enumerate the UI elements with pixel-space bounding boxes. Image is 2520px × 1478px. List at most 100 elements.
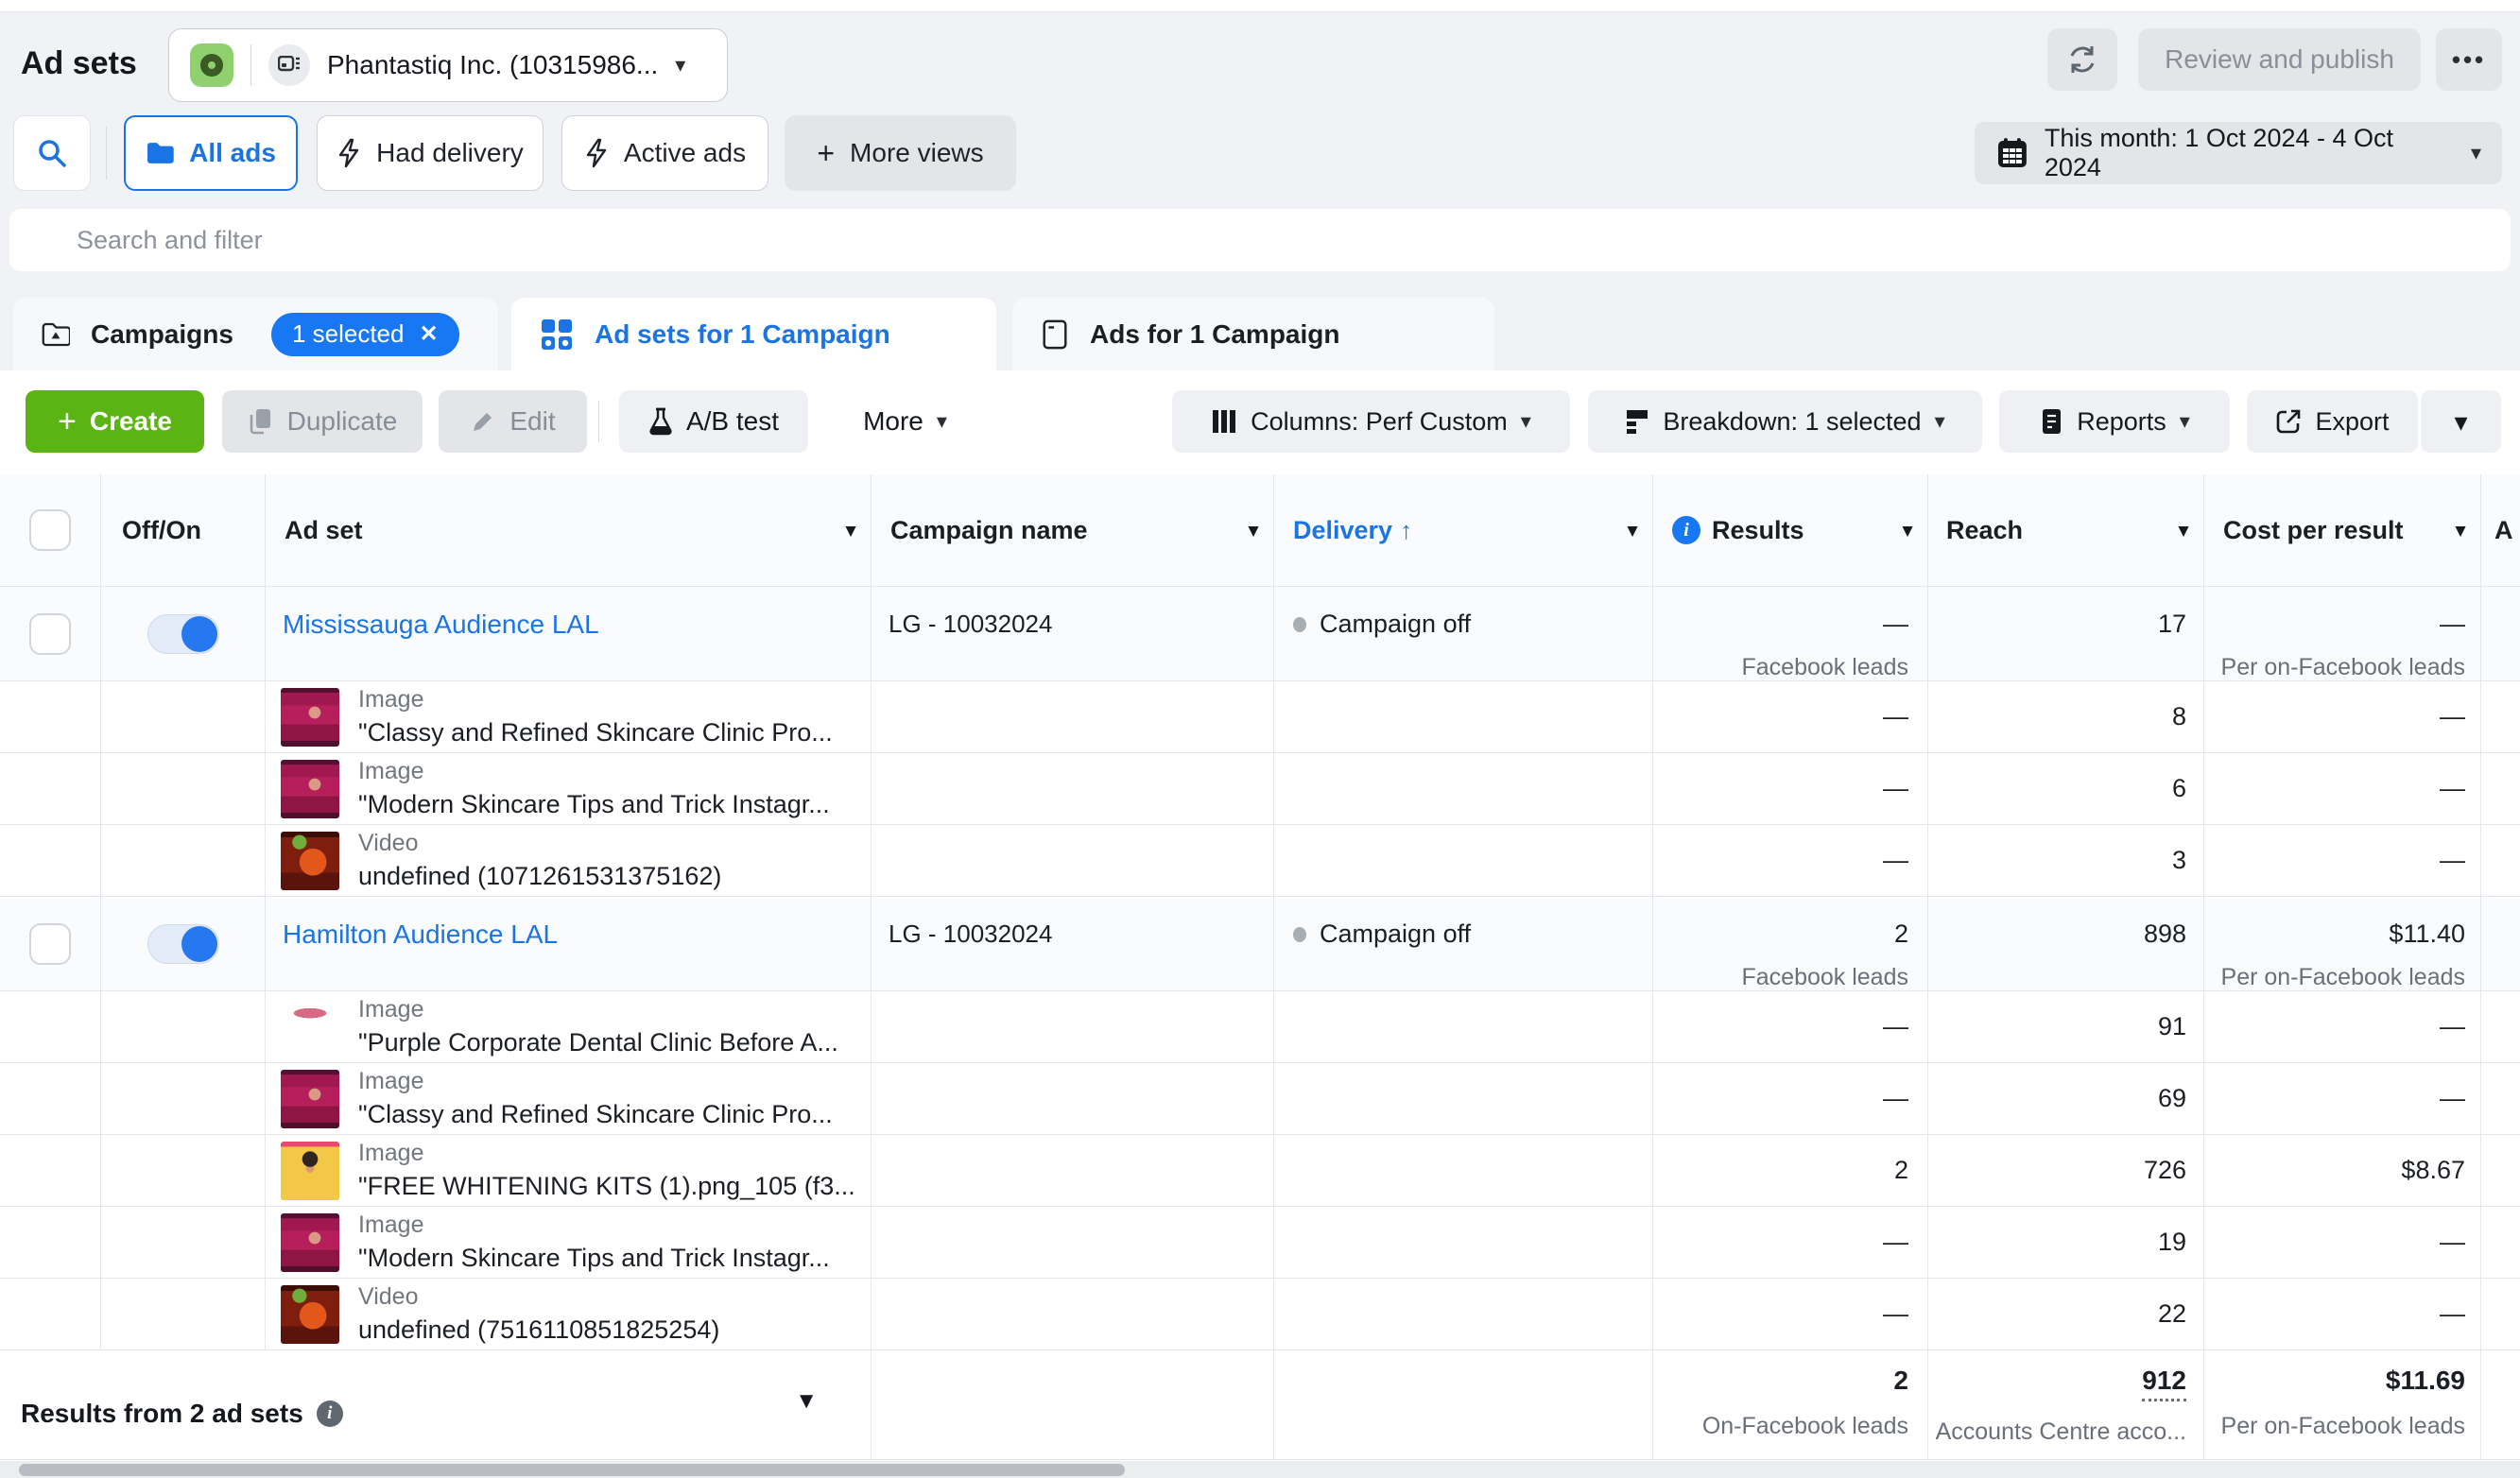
results-cell: —Facebook leads	[1653, 587, 1928, 681]
row-checkbox-cell	[0, 897, 101, 991]
cost-cell: —	[2204, 681, 2481, 752]
review-and-publish-button[interactable]: Review and publish	[2138, 28, 2421, 91]
ad-text-block: Image"Classy and Refined Skincare Clinic…	[358, 686, 833, 748]
chevron-down-icon: ▾	[1935, 411, 1945, 432]
table-options-caret-button[interactable]: ▾	[2421, 390, 2501, 453]
reach-value: 22	[2158, 1299, 2186, 1329]
row-checkbox[interactable]	[29, 923, 71, 965]
delivery-cell	[1274, 825, 1653, 896]
footer-results-value: 2	[1893, 1366, 1908, 1396]
export-button[interactable]: Export	[2247, 390, 2418, 453]
tab-label: Ad sets for 1 Campaign	[595, 319, 890, 350]
refresh-button[interactable]	[2047, 28, 2117, 91]
more-label: More	[863, 406, 923, 437]
header-checkbox-cell	[0, 474, 101, 586]
ad-set-toggle[interactable]	[147, 614, 219, 654]
ad-set-name-link[interactable]: Mississauga Audience LAL	[283, 610, 599, 640]
row-checkbox-cell	[0, 753, 101, 824]
search-and-filter-input[interactable]: Search and filter	[9, 209, 2511, 271]
results-cell: 2	[1653, 1135, 1928, 1206]
ad-set-name-link[interactable]: Hamilton Audience LAL	[283, 919, 558, 950]
reach-cell: 91	[1928, 991, 2204, 1062]
campaign-name: LG - 10032024	[872, 610, 1052, 639]
info-icon[interactable]: i	[317, 1401, 343, 1427]
create-button[interactable]: + Create	[26, 390, 204, 453]
close-icon[interactable]: ✕	[419, 320, 438, 348]
divider	[250, 44, 251, 86]
footer-expand-caret[interactable]: ▼	[795, 1388, 818, 1415]
breakdown-label: Breakdown: 1 selected	[1663, 407, 1921, 437]
reach-cell: 69	[1928, 1063, 2204, 1134]
account-name: Phantastiq Inc. (10315986...	[327, 50, 658, 80]
horizontal-scrollbar-thumb[interactable]	[19, 1464, 1125, 1476]
account-selector[interactable]: Phantastiq Inc. (10315986... ▾	[168, 28, 728, 102]
export-label: Export	[2315, 407, 2389, 437]
ab-test-button[interactable]: A/B test	[619, 390, 808, 453]
tab-ad-sets[interactable]: Ad sets for 1 Campaign	[511, 298, 996, 370]
filter-had-delivery[interactable]: Had delivery	[317, 115, 544, 191]
column-ad-set[interactable]: Ad set▾	[266, 474, 872, 586]
tab-campaigns[interactable]: Campaigns 1 selected ✕	[13, 298, 498, 370]
more-views-button[interactable]: + More views	[785, 115, 1016, 191]
duplicate-label: Duplicate	[287, 406, 398, 437]
more-options-button[interactable]: •••	[2436, 28, 2502, 91]
breakdown-button[interactable]: Breakdown: 1 selected ▾	[1588, 390, 1982, 453]
cost-value: —	[2440, 702, 2465, 731]
info-icon[interactable]: i	[1672, 516, 1700, 544]
ad-name: "Purple Corporate Dental Clinic Before A…	[358, 1028, 838, 1057]
cost-cell: —	[2204, 1063, 2481, 1134]
footer-reach-sub: Accounts Centre acco...	[1936, 1418, 2186, 1446]
reach-cell: 898	[1928, 897, 2204, 991]
results-value: 2	[1894, 1156, 1908, 1185]
more-button[interactable]: More ▾	[833, 390, 977, 453]
cost-value: $8.67	[2401, 1156, 2465, 1185]
tab-label: Ads for 1 Campaign	[1090, 319, 1339, 350]
partial-cell	[2481, 1207, 2520, 1278]
columns-button[interactable]: Columns: Perf Custom ▾	[1172, 390, 1570, 453]
ad-set-toggle[interactable]	[147, 924, 219, 964]
results-value: —	[1883, 1228, 1908, 1257]
tab-ads[interactable]: Ads for 1 Campaign	[1012, 298, 1494, 370]
footer-reach-value[interactable]: 912	[2142, 1366, 2186, 1401]
filter-active-ads[interactable]: Active ads	[561, 115, 768, 191]
select-all-checkbox[interactable]	[29, 509, 71, 551]
row-checkbox[interactable]	[29, 613, 71, 655]
off-on-cell	[101, 1279, 266, 1349]
duplicate-button[interactable]: Duplicate	[222, 390, 423, 453]
cost-value: —	[2440, 610, 2465, 639]
name-cell: Image"Purple Corporate Dental Clinic Bef…	[266, 991, 872, 1062]
results-cell: 2Facebook leads	[1653, 897, 1928, 991]
partial-cell	[2481, 1135, 2520, 1206]
ad-type-label: Image	[358, 1068, 833, 1095]
column-reach[interactable]: Reach▾	[1928, 474, 2204, 586]
ad-type-label: Video	[358, 830, 721, 857]
off-on-cell	[101, 753, 266, 824]
column-campaign-name[interactable]: Campaign name▾	[872, 474, 1274, 586]
delivery-cell	[1274, 991, 1653, 1062]
table-body: Mississauga Audience LALLG - 10032024Cam…	[0, 587, 2520, 1350]
reach-value: 726	[2144, 1156, 2186, 1185]
footer-reach-cell: 912 Accounts Centre acco...	[1928, 1350, 2204, 1459]
create-label: Create	[90, 406, 172, 437]
column-results[interactable]: iResults▾	[1653, 474, 1928, 586]
date-range-picker[interactable]: This month: 1 Oct 2024 - 4 Oct 2024 ▾	[1975, 122, 2502, 184]
columns-icon	[1211, 408, 1237, 435]
campaign-name: LG - 10032024	[872, 919, 1052, 949]
toggle-knob	[181, 616, 217, 652]
filter-all-ads[interactable]: All ads	[124, 115, 298, 191]
results-cell: —	[1653, 681, 1928, 752]
selected-filter-badge[interactable]: 1 selected ✕	[271, 313, 459, 356]
reach-value: 17	[2158, 610, 2186, 639]
ad-row: Image"Purple Corporate Dental Clinic Bef…	[0, 991, 2520, 1063]
chevron-down-icon: ▾	[1521, 411, 1531, 432]
search-button[interactable]	[13, 115, 91, 191]
campaign-name-cell	[872, 1207, 1274, 1278]
column-cost-per-result[interactable]: Cost per result▾	[2204, 474, 2481, 586]
edit-button[interactable]: Edit	[439, 390, 587, 453]
reports-button[interactable]: Reports ▾	[1999, 390, 2230, 453]
reach-cell: 19	[1928, 1207, 2204, 1278]
ad-row: Image"Modern Skincare Tips and Trick Ins…	[0, 753, 2520, 825]
ad-type-label: Image	[358, 686, 833, 713]
delivery-cell	[1274, 1135, 1653, 1206]
column-delivery[interactable]: Delivery↑▾	[1274, 474, 1653, 586]
